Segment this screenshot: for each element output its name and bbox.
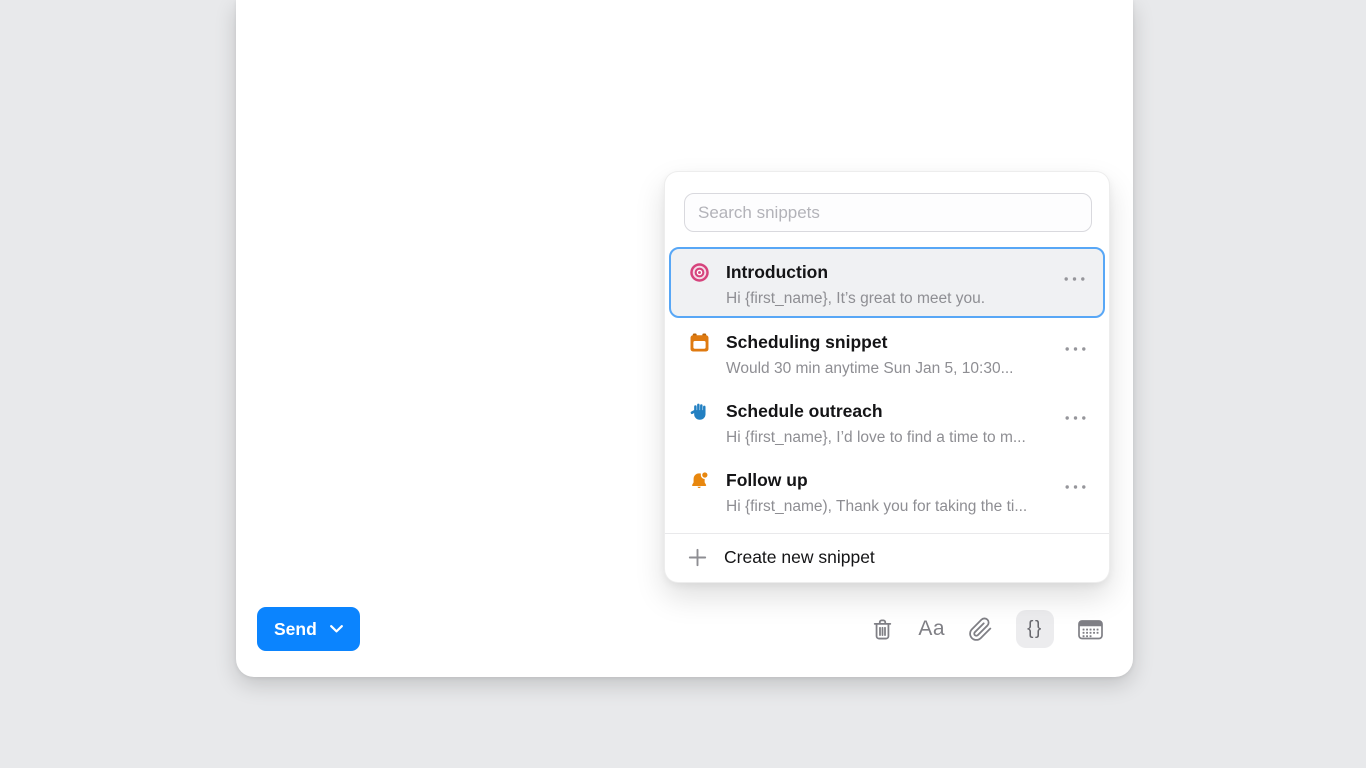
- text-style-glyph: Aa: [918, 617, 945, 641]
- row-menu-icon[interactable]: [1062, 407, 1089, 426]
- braces-glyph: {}: [1027, 618, 1043, 640]
- create-new-snippet-label: Create new snippet: [724, 547, 875, 568]
- snippet-preview: Hi {first_name}, I’d love to find a time…: [726, 424, 1026, 451]
- bullseye-icon: [689, 262, 710, 283]
- snippet-preview: Hi {first_name}, It’s great to meet you.: [726, 285, 985, 312]
- composer-toolbar: Aa {}: [870, 607, 1104, 651]
- snippets-icon[interactable]: {}: [1016, 610, 1054, 648]
- snippet-preview: Would 30 min anytime Sun Jan 5, 10:30...: [726, 355, 1014, 382]
- snippet-title: Introduction: [726, 259, 985, 285]
- calendar-icon: [689, 332, 710, 353]
- snippet-preview: Hi {first_name), Thank you for taking th…: [726, 493, 1027, 520]
- search-input[interactable]: [684, 193, 1092, 232]
- snippet-title: Schedule outreach: [726, 398, 1026, 424]
- plus-icon: [688, 548, 707, 567]
- snippets-popup: Introduction Hi {first_name}, It’s great…: [664, 171, 1110, 583]
- row-menu-icon[interactable]: [1062, 338, 1089, 357]
- chevron-down-icon: [330, 625, 343, 633]
- text-style-icon[interactable]: Aa: [918, 617, 945, 641]
- snippet-title: Scheduling snippet: [726, 329, 1014, 355]
- snippet-row-follow-up[interactable]: Follow up Hi {first_name), Thank you for…: [665, 456, 1109, 525]
- composer-card: Send Aa {}: [236, 0, 1133, 677]
- send-button[interactable]: Send: [257, 607, 360, 651]
- snippet-row-introduction[interactable]: Introduction Hi {first_name}, It’s great…: [669, 247, 1105, 318]
- hand-icon: [689, 401, 710, 422]
- row-menu-icon[interactable]: [1061, 268, 1088, 287]
- calendar-grid-icon[interactable]: [1077, 617, 1104, 641]
- send-button-label: Send: [274, 619, 317, 640]
- trash-icon[interactable]: [870, 617, 895, 642]
- create-new-snippet-button[interactable]: Create new snippet: [665, 534, 1109, 580]
- bell-icon: [689, 470, 710, 491]
- attachment-icon[interactable]: [968, 617, 993, 642]
- snippet-row-outreach[interactable]: Schedule outreach Hi {first_name}, I’d l…: [665, 387, 1109, 456]
- snippet-row-scheduling[interactable]: Scheduling snippet Would 30 min anytime …: [665, 318, 1109, 387]
- snippet-list: Introduction Hi {first_name}, It’s great…: [665, 247, 1109, 525]
- snippet-title: Follow up: [726, 467, 1027, 493]
- row-menu-icon[interactable]: [1062, 476, 1089, 495]
